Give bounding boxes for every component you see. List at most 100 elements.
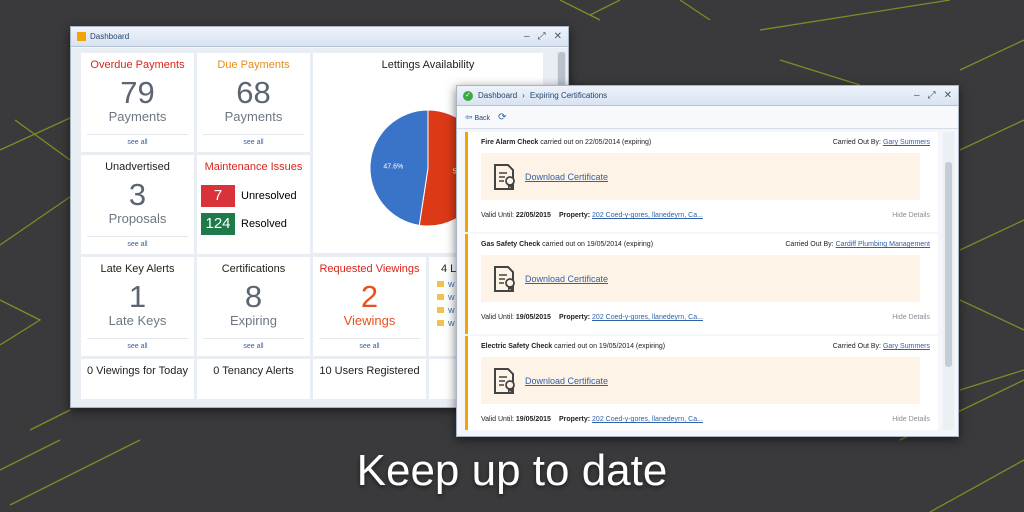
certs-scroll-thumb[interactable] xyxy=(945,162,952,367)
see-all-link[interactable]: see all xyxy=(203,134,304,146)
certifications-window: ✓ Dashboard › Expiring Certifications – … xyxy=(456,85,959,437)
tile-title: Due Payments xyxy=(217,59,290,71)
certificate-document-icon xyxy=(494,265,515,292)
tile-unit: Proposals xyxy=(108,211,167,226)
carried-prefix: carried out on xyxy=(540,139,584,146)
hide-details-link[interactable]: Hide Details xyxy=(892,212,930,219)
download-area: Download Certificate xyxy=(481,357,920,404)
carried-date: 19/05/2014 (expiring) xyxy=(586,241,654,248)
minimize-icon[interactable]: – xyxy=(914,90,920,101)
close-icon[interactable]: ✕ xyxy=(944,90,952,101)
maximize-icon[interactable]: ⤢ xyxy=(928,90,936,101)
tile-unit: Viewings xyxy=(343,313,396,328)
breadcrumb-separator: › xyxy=(522,91,525,100)
tile-title: Certifications xyxy=(221,263,286,275)
tile-count: 68 xyxy=(236,75,271,110)
back-label: Back xyxy=(474,115,491,122)
tile-title: Lettings Availability xyxy=(381,59,475,71)
tile-title: Unadvertised xyxy=(105,161,170,173)
back-button[interactable]: ⇦ Back xyxy=(465,112,490,123)
certificate-document-icon xyxy=(494,367,515,394)
certificate-card: Fire Alarm Check carried out on 22/05/20… xyxy=(465,132,938,232)
users-registered-tile[interactable]: 10 Users Registered xyxy=(313,359,426,399)
carried-by-label: Carried Out By: xyxy=(832,343,881,350)
carried-by-label: Carried Out By: xyxy=(832,139,881,146)
tile-unit: Expiring xyxy=(230,313,277,328)
breadcrumb-dashboard[interactable]: Dashboard xyxy=(478,91,517,100)
minimize-icon[interactable]: – xyxy=(524,31,530,42)
tile-unit: Payments xyxy=(224,109,283,124)
viewings-today-tile[interactable]: 0 Viewings for Today xyxy=(81,359,194,399)
tile-title: Overdue Payments xyxy=(90,59,185,71)
certifications-tile[interactable]: Certifications 8 Expiring see all xyxy=(197,257,310,356)
caption: Keep up to date xyxy=(356,446,668,495)
download-certificate-link[interactable]: Download Certificate xyxy=(525,172,608,182)
carried-prefix: carried out on xyxy=(554,343,597,350)
see-all-link[interactable]: see all xyxy=(203,338,304,350)
pie-slice-label-1: 47.6% xyxy=(383,163,403,170)
see-all-link[interactable]: see all xyxy=(87,338,188,350)
certifications-list: Fire Alarm Check carried out on 22/05/20… xyxy=(465,132,938,430)
hide-details-link[interactable]: Hide Details xyxy=(892,416,930,423)
property-label: Property: xyxy=(558,314,591,321)
carried-by-link[interactable]: Gary Summers xyxy=(883,139,930,146)
see-all-link[interactable]: see all xyxy=(87,236,188,248)
resolved-label: Resolved xyxy=(241,218,287,230)
tile-count: 1 xyxy=(128,279,147,314)
unresolved-label: Unresolved xyxy=(241,190,297,202)
tenancy-alerts-tile[interactable]: 0 Tenancy Alerts xyxy=(197,359,310,399)
due-payments-tile[interactable]: Due Payments 68 Payments see all xyxy=(197,53,310,152)
see-all-link[interactable]: see all xyxy=(87,134,188,146)
tile-title: Requested Viewings xyxy=(319,263,420,275)
unadvertised-tile[interactable]: Unadvertised 3 Proposals see all xyxy=(81,155,194,254)
dashboard-titlebar: Dashboard – ⤢ ✕ xyxy=(71,27,568,47)
certs-titlebar: ✓ Dashboard › Expiring Certifications – … xyxy=(457,86,958,106)
carried-date: 22/05/2014 (expiring) xyxy=(585,139,652,146)
close-icon[interactable]: ✕ xyxy=(554,31,562,42)
tile-unit: Late Keys xyxy=(108,313,167,328)
dashboard-app-icon xyxy=(77,32,86,41)
tile-title: 0 Tenancy Alerts xyxy=(213,365,294,377)
tile-count: 79 xyxy=(120,75,155,110)
refresh-icon[interactable]: ⟳ xyxy=(498,112,506,123)
tile-count: 2 xyxy=(360,279,379,314)
carried-by-link[interactable]: Gary Summers xyxy=(883,343,930,350)
unresolved-row[interactable]: 7 Unresolved xyxy=(201,185,310,207)
maintenance-issues-tile[interactable]: Maintenance Issues 7 Unresolved 124 Reso… xyxy=(197,155,310,254)
carried-by-link[interactable]: Cardiff Plumbing Management xyxy=(836,241,930,248)
hide-details-link[interactable]: Hide Details xyxy=(892,314,930,321)
check-name: Fire Alarm Check xyxy=(481,139,539,146)
valid-date: 19/05/2015 xyxy=(515,416,551,423)
tile-title: 10 Users Registered xyxy=(319,365,420,377)
property-label: Property: xyxy=(558,416,591,423)
certificate-card: Gas Safety Check carried out on 19/05/20… xyxy=(465,234,938,334)
resolved-row[interactable]: 124 Resolved xyxy=(201,213,310,235)
resolved-count: 124 xyxy=(201,213,235,235)
tile-title: Maintenance Issues xyxy=(204,161,303,173)
carried-prefix: carried out on xyxy=(542,241,585,248)
list-item-label: W xyxy=(448,282,455,289)
download-certificate-link[interactable]: Download Certificate xyxy=(525,376,608,386)
carried-by-label: Carried Out By: xyxy=(785,241,834,248)
certificate-card: Electric Safety Check carried out on 19/… xyxy=(465,336,938,430)
valid-date: 19/05/2015 xyxy=(515,314,551,321)
certs-toolbar: ⇦ Back ⟳ xyxy=(457,107,958,129)
property-link[interactable]: 202 Coed-y-gores, llanedeyrn, Ca... xyxy=(592,314,703,321)
check-name: Electric Safety Check xyxy=(481,343,553,350)
property-link[interactable]: 202 Coed-y-gores, llanedeyrn, Ca... xyxy=(592,416,703,423)
download-certificate-link[interactable]: Download Certificate xyxy=(525,274,608,284)
list-item-label: W xyxy=(448,295,455,302)
late-key-alerts-tile[interactable]: Late Key Alerts 1 Late Keys see all xyxy=(81,257,194,356)
overdue-payments-tile[interactable]: Overdue Payments 79 Payments see all xyxy=(81,53,194,152)
dashboard-title: Dashboard xyxy=(90,32,130,41)
carried-date: 19/05/2014 (expiring) xyxy=(598,343,666,350)
list-item-label: W xyxy=(448,308,455,315)
property-link[interactable]: 202 Coed-y-gores, llanedeyrn, Ca... xyxy=(592,212,703,219)
tile-title: 0 Viewings for Today xyxy=(86,365,189,377)
valid-label: Valid Until: xyxy=(481,314,514,321)
see-all-link[interactable]: see all xyxy=(319,338,420,350)
maximize-icon[interactable]: ⤢ xyxy=(538,31,546,42)
tile-unit: Payments xyxy=(108,109,167,124)
requested-viewings-tile[interactable]: Requested Viewings 2 Viewings see all xyxy=(313,257,426,356)
certs-scrollbar[interactable] xyxy=(943,132,954,430)
